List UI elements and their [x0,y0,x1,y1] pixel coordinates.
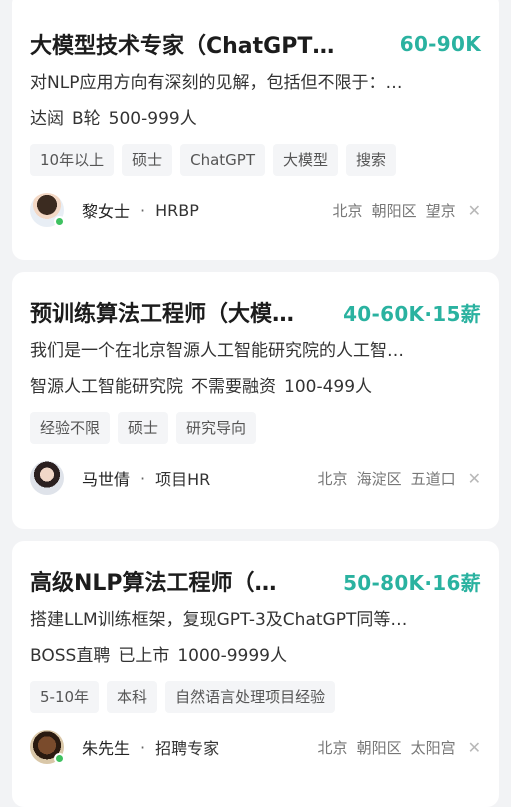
company-name: BOSS直聘 [30,646,111,666]
tag: 10年以上 [30,144,115,176]
separator-dot: · [140,200,146,220]
separator-dot: · [140,737,146,757]
recruiter-name: 马世倩 [82,470,131,489]
location-area: 望京 [425,201,456,220]
funding-stage: 不需要融资 [191,377,276,397]
company-info: BOSS直聘 已上市 1000-9999人 [30,643,481,669]
recruiter-name: 黎女士 [82,202,131,221]
company-size: 100-499人 [284,377,373,397]
job-feed: 大模型技术专家（ChatGPT… 60-90K 对NLP应用方向有深刻的见解，包… [0,0,511,807]
job-title[interactable]: 高级NLP算法工程师（… [30,565,277,597]
job-title[interactable]: 预训练算法工程师（大模… [30,296,294,328]
job-location: 北京 海淀区 五道口 [318,468,456,489]
location-district: 朝阳区 [356,738,402,757]
tag-list: 10年以上 硕士 ChatGPT 大模型 搜索 [30,144,481,176]
tag: 自然语言处理项目经验 [165,681,336,713]
job-card[interactable]: 大模型技术专家（ChatGPT… 60-90K 对NLP应用方向有深刻的见解，包… [12,0,499,260]
tag: ChatGPT [180,144,265,176]
tag-list: 经验不限 硕士 研究导向 [30,412,481,444]
tag: 大模型 [273,144,339,176]
online-status-icon [54,753,65,764]
recruiter-role: 招聘专家 [155,739,220,758]
location-district: 海淀区 [356,469,402,488]
tag: 经验不限 [30,412,111,444]
job-description: 搭建LLM训练框架，复现GPT-3及ChatGPT同等… [30,610,408,630]
salary: 40-60K·15薪 [343,301,481,326]
recruiter-row: 黎女士 · HRBP 北京 朝阳区 望京 ✕ [30,192,481,228]
avatar-container[interactable] [30,461,66,495]
company-info: 达闼 B轮 500-999人 [30,106,481,132]
job-title[interactable]: 大模型技术专家（ChatGPT… [30,28,334,60]
salary: 60-90K [399,32,481,56]
recruiter-role: 项目HR [155,470,211,489]
company-name: 达闼 [30,109,64,129]
job-location: 北京 朝阳区 太阳宫 [318,737,456,758]
close-icon[interactable]: ✕ [468,201,481,220]
recruiter-row: 马世倩 · 项目HR 北京 海淀区 五道口 ✕ [30,460,481,496]
tag: 本科 [107,681,158,713]
tag: 硕士 [118,412,169,444]
recruiter-row: 朱先生 · 招聘专家 北京 朝阳区 太阳宫 ✕ [30,729,481,765]
avatar-container[interactable] [30,193,66,227]
location-area: 太阳宫 [410,738,456,757]
job-location: 北京 朝阳区 望京 [333,200,456,221]
online-status-icon [54,216,65,227]
funding-stage: B轮 [72,109,101,129]
job-card[interactable]: 预训练算法工程师（大模… 40-60K·15薪 我们是一个在北京智源人工智能研究… [12,272,499,529]
tag: 硕士 [122,144,173,176]
tag: 5-10年 [30,681,100,713]
location-city: 北京 [317,738,348,757]
company-name: 智源人工智能研究院 [30,377,183,397]
location-city: 北京 [332,201,363,220]
title-row: 预训练算法工程师（大模… 40-60K·15薪 [30,294,481,330]
company-info: 智源人工智能研究院 不需要融资 100-499人 [30,374,481,400]
funding-stage: 已上市 [118,646,170,666]
salary: 50-80K·16薪 [343,570,481,595]
location-area: 五道口 [410,469,456,488]
recruiter-name: 朱先生 [82,739,131,758]
separator-dot: · [140,468,146,488]
location-district: 朝阳区 [371,201,417,220]
tag-list: 5-10年 本科 自然语言处理项目经验 [30,681,481,713]
job-card[interactable]: 高级NLP算法工程师（… 50-80K·16薪 搭建LLM训练框架，复现GPT-… [12,541,499,807]
tag: 研究导向 [176,412,257,444]
job-description: 我们是一个在北京智源人工智能研究院的人工智… [30,341,404,361]
job-description: 对NLP应用方向有深刻的见解，包括但不限于：… [30,73,403,93]
close-icon[interactable]: ✕ [468,738,481,757]
title-row: 高级NLP算法工程师（… 50-80K·16薪 [30,563,481,599]
recruiter-role: HRBP [155,200,199,220]
close-icon[interactable]: ✕ [468,469,481,488]
company-size: 1000-9999人 [177,646,287,666]
avatar-container[interactable] [30,730,66,764]
location-city: 北京 [317,469,348,488]
title-row: 大模型技术专家（ChatGPT… 60-90K [30,26,481,62]
avatar[interactable] [30,461,64,495]
tag: 搜索 [346,144,397,176]
company-size: 500-999人 [108,109,197,129]
